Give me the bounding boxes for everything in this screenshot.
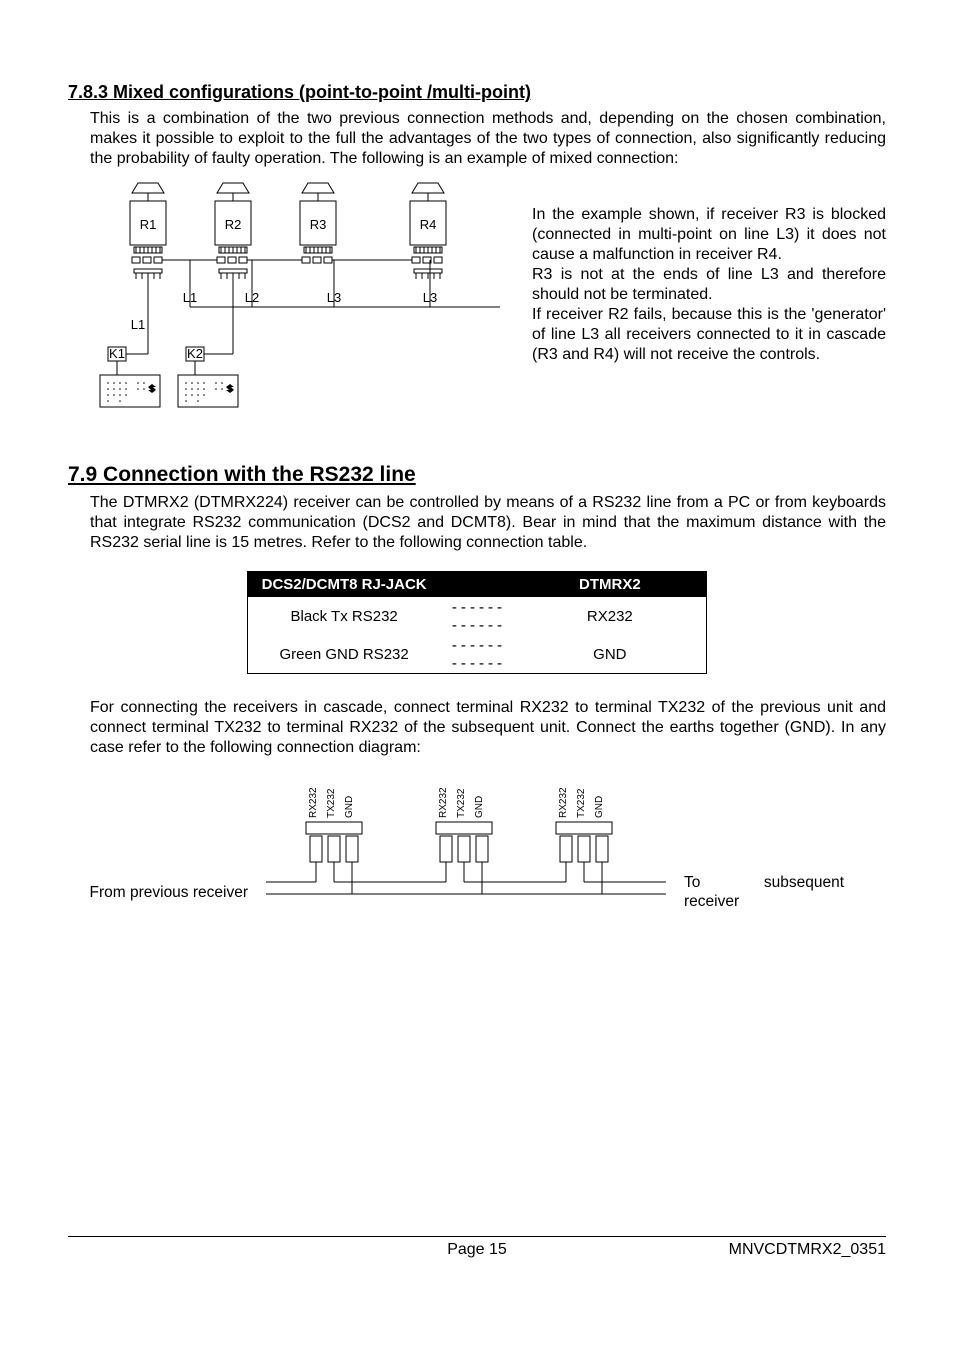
cell-left: Black Tx RS232 bbox=[248, 597, 441, 635]
connection-table: DCS2/DCMT8 RJ-JACK DTMRX2 Black Tx RS232… bbox=[247, 571, 707, 674]
example-paragraph: In the example shown, if receiver R3 is … bbox=[532, 179, 886, 365]
th-right: DTMRX2 bbox=[514, 572, 707, 598]
label-R3: R3 bbox=[310, 217, 327, 232]
page-footer: Page 15 MNVCDTMRX2_0351 bbox=[68, 1236, 886, 1259]
figure1-row: R1 R2 bbox=[90, 179, 886, 429]
pin-tx232: TX232 bbox=[576, 788, 587, 818]
label-R2: R2 bbox=[225, 217, 242, 232]
diagram-cascade: RX232 TX232 GND RX232 TX232 bbox=[266, 782, 666, 932]
label-R1: R1 bbox=[140, 217, 157, 232]
pin-gnd: GND bbox=[344, 796, 355, 818]
pin-tx232: TX232 bbox=[456, 788, 467, 818]
cell-right: GND bbox=[514, 635, 707, 674]
para-79-1: The DTMRX2 (DTMRX224) receiver can be co… bbox=[90, 493, 886, 553]
para-79-2: For connecting the receivers in cascade,… bbox=[90, 698, 886, 758]
label-K1: K1 bbox=[109, 346, 125, 361]
heading-79: 7.9 Connection with the RS232 line bbox=[68, 463, 886, 487]
cell-right: RX232 bbox=[514, 597, 707, 635]
diagram-mixed-config: R1 R2 bbox=[90, 179, 500, 429]
label-to-subsequent: To subsequent receiver bbox=[684, 802, 844, 911]
cell-sep: ------------ bbox=[440, 635, 513, 674]
pin-rx232: RX232 bbox=[438, 787, 449, 818]
label-from-previous: From previous receiver bbox=[68, 812, 248, 903]
footer-page: Page 15 bbox=[68, 1241, 886, 1259]
pin-gnd: GND bbox=[474, 796, 485, 818]
figure2-row: From previous receiver RX232 TX232 GND bbox=[68, 782, 886, 932]
pin-rx232: RX232 bbox=[558, 787, 569, 818]
cell-sep: ------------ bbox=[440, 597, 513, 635]
pin-rx232: RX232 bbox=[308, 787, 319, 818]
pin-gnd: GND bbox=[594, 796, 605, 818]
label-R4: R4 bbox=[420, 217, 437, 232]
label-L1b: L1 bbox=[131, 317, 145, 332]
cell-left: Green GND RS232 bbox=[248, 635, 441, 674]
label-K2: K2 bbox=[187, 346, 203, 361]
para-783: This is a combination of the two previou… bbox=[90, 109, 886, 169]
pin-tx232: TX232 bbox=[326, 788, 337, 818]
heading-783: 7.8.3 Mixed configurations (point-to-poi… bbox=[68, 82, 886, 103]
table-row: Black Tx RS232 ------------ RX232 bbox=[248, 597, 707, 635]
table-row: Green GND RS232 ------------ GND bbox=[248, 635, 707, 674]
th-left: DCS2/DCMT8 RJ-JACK bbox=[248, 572, 441, 598]
